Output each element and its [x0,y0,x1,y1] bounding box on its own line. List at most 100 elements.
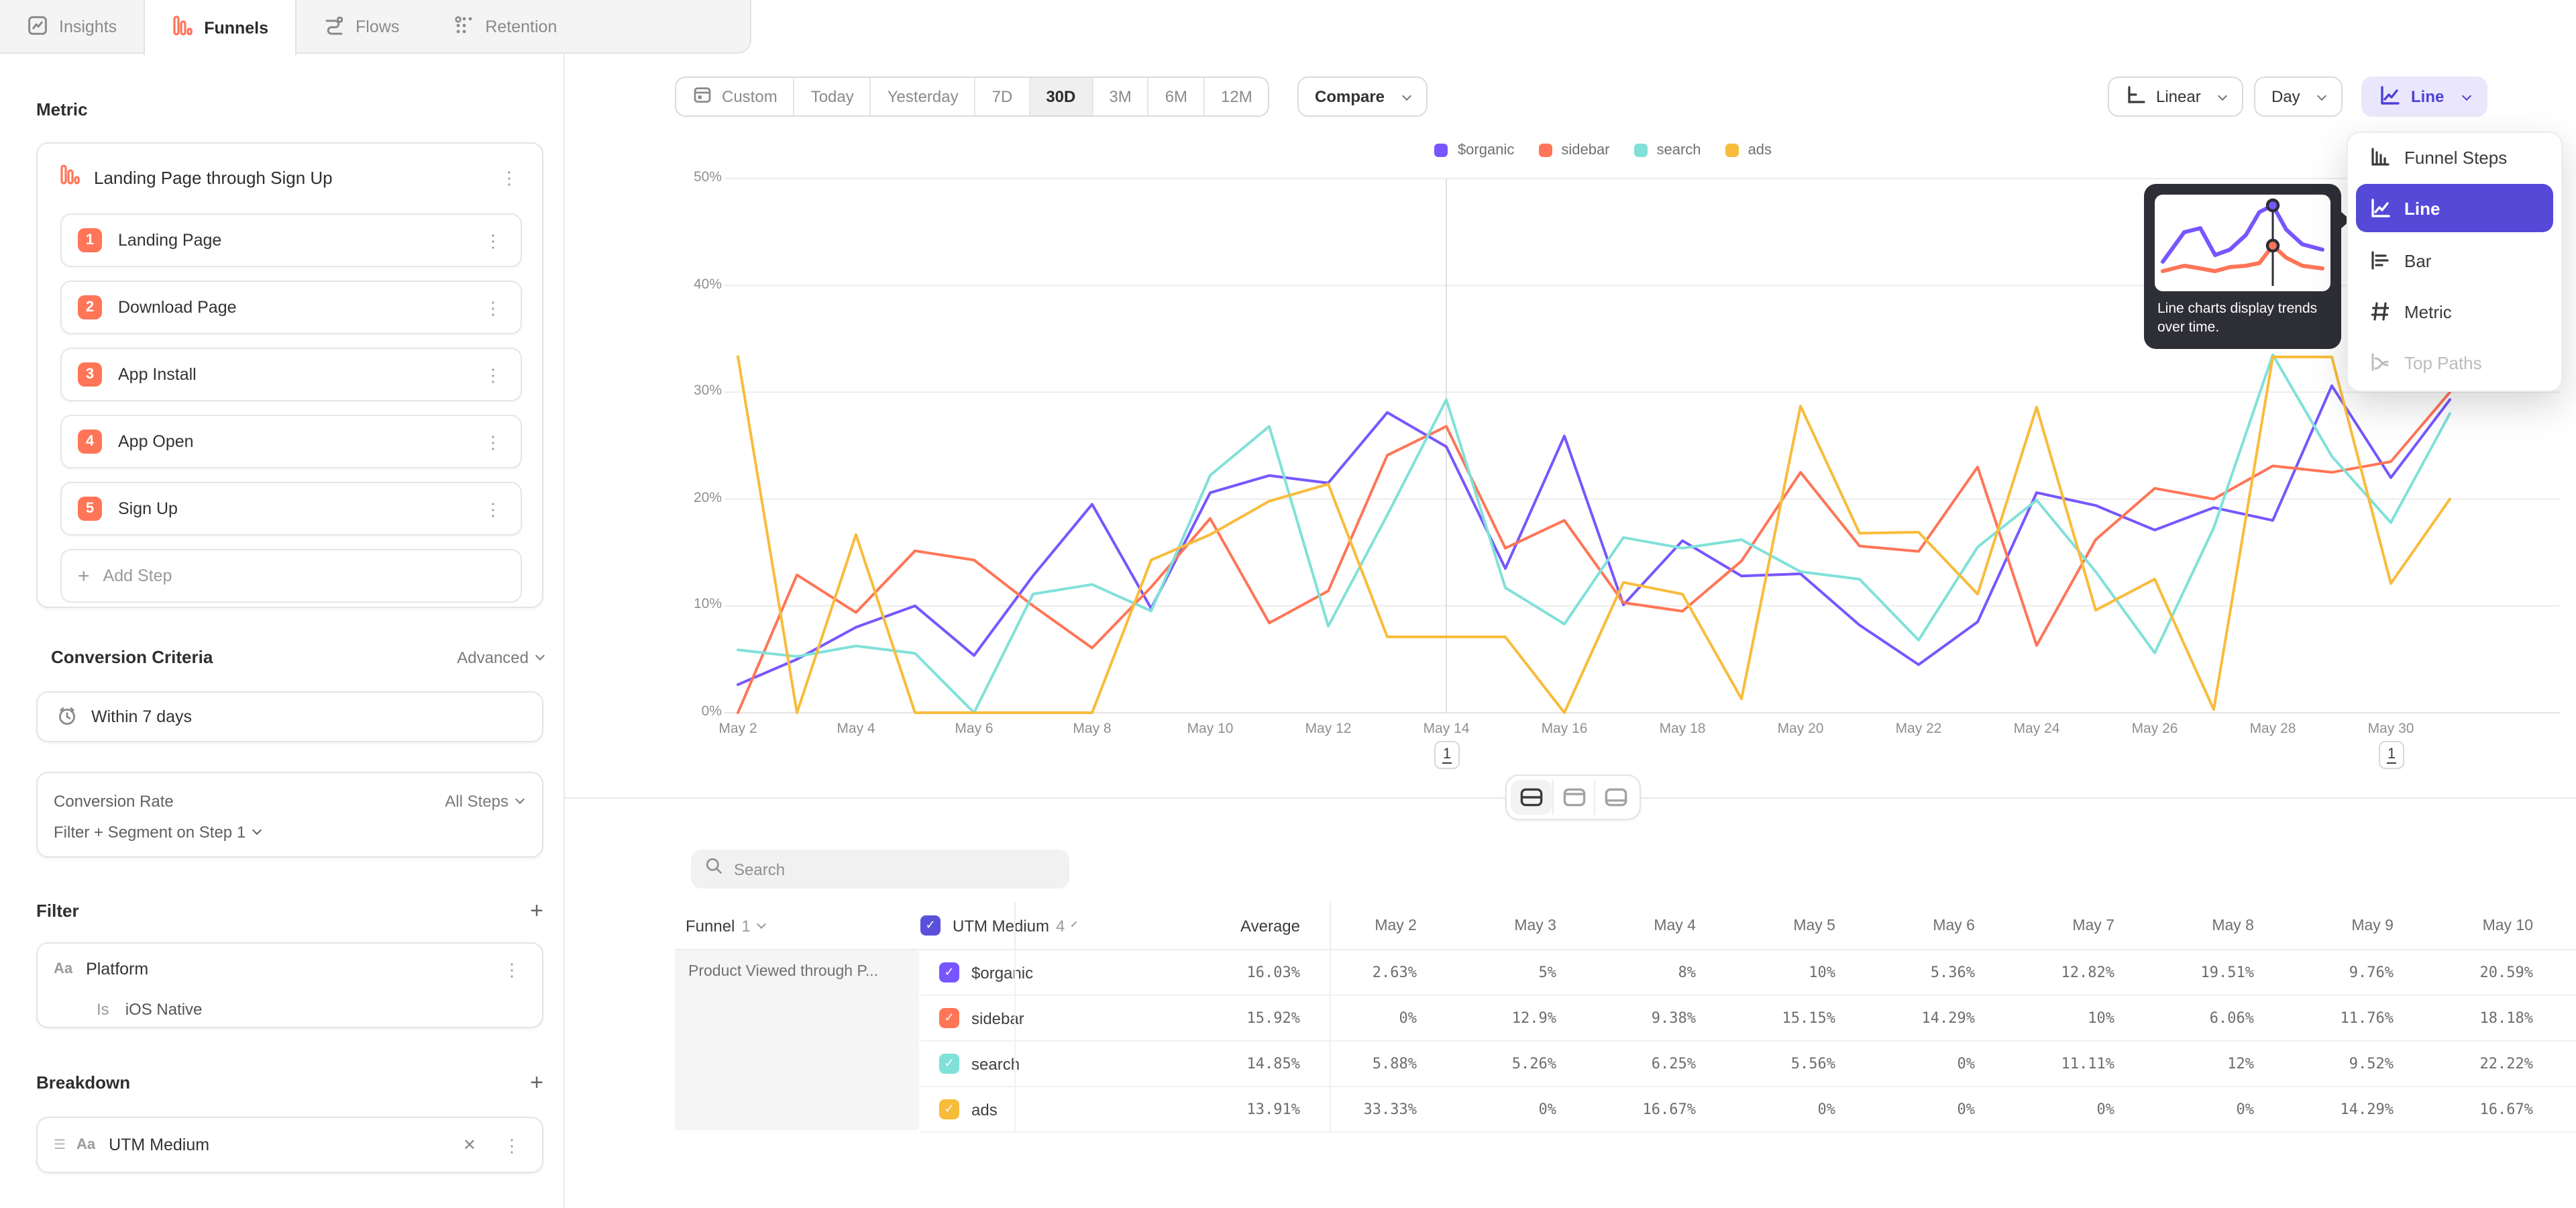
breakdown-property-name[interactable]: UTM Medium [109,1136,441,1154]
range-6m[interactable]: 6M [1149,78,1205,115]
metric-icon [2369,301,2391,322]
funnel-step-4[interactable]: 4App Open⋮ [60,415,522,468]
tab-insights[interactable]: Insights [0,0,144,54]
menu-item-funnel-steps[interactable]: Funnel Steps [2356,138,2553,176]
filter-segment-row[interactable]: Filter + Segment on Step 1 [54,816,523,847]
funnel-step-3[interactable]: 3App Install⋮ [60,348,522,401]
breakdown-kebab-icon[interactable]: ⋮ [498,1134,526,1156]
conversion-window-button[interactable]: Within 7 days [36,691,543,742]
table-row-ads[interactable]: ✓ads13.91%33.33%0%16.67%0%0%0%0%14.29%16… [920,1087,2576,1133]
series-line-search[interactable] [738,355,2450,713]
chart-type-tooltip: Line charts display trends over time. [2144,184,2341,349]
cell-value: 8% [1556,950,1696,995]
conversion-rate-row[interactable]: Conversion Rate All Steps [54,785,523,816]
legend-swatch [1538,144,1552,157]
tab-retention[interactable]: Retention [426,0,584,54]
chart-view-button[interactable] [1552,780,1594,815]
x-tick: May 16 [1524,721,1605,737]
funnel-metric-card: Landing Page through Sign Up ⋮ 1Landing … [36,142,543,608]
breakdown-property-card: ☰ Aa UTM Medium ✕ ⋮ [36,1117,543,1173]
date-column-header: May 6 [1835,901,1975,950]
string-type-icon: Aa [54,961,72,977]
range-7d[interactable]: 7D [976,78,1030,115]
range-yesterday[interactable]: Yesterday [871,78,976,115]
filter-kebab-icon[interactable]: ⋮ [498,958,526,980]
range-3m[interactable]: 3M [1093,78,1148,115]
report-tabs: InsightsFunnelsFlowsRetention [0,0,584,52]
range-today[interactable]: Today [795,78,871,115]
menu-item-line[interactable]: Line [2356,184,2553,232]
cell-value: 6.06% [2114,995,2254,1041]
funnel-name-cell[interactable]: Product Viewed through P... [675,950,919,1130]
filter-value[interactable]: iOS Native [125,1000,203,1019]
funnel-step-5[interactable]: 5Sign Up⋮ [60,482,522,536]
step-kebab-icon[interactable]: ⋮ [479,363,507,386]
table-row-organic[interactable]: ✓$organic16.03%2.63%5%8%10%5.36%12.82%19… [920,950,2576,996]
metric-heading: Metric [36,99,88,119]
annotation-badge[interactable]: 1 [1434,741,1460,769]
scale-selector-button[interactable]: Linear [2108,77,2244,117]
chart-legend: $organic sidebar search ads [698,142,2509,158]
step-label: App Open [118,432,463,451]
range-custom[interactable]: Custom [676,78,795,115]
funnel-kebab-icon[interactable]: ⋮ [495,166,523,189]
series-checkbox[interactable]: ✓ [939,1054,959,1074]
tab-funnels[interactable]: Funnels [144,0,297,55]
search-input[interactable] [734,860,1029,878]
step-kebab-icon[interactable]: ⋮ [479,296,507,319]
compare-button[interactable]: Compare [1297,77,1428,117]
legend-item-search[interactable]: search [1634,142,1701,158]
range-12m[interactable]: 12M [1205,78,1269,115]
split-view-button[interactable] [1511,780,1552,815]
funnel-metric-icon [59,164,80,192]
step-number-badge: 5 [78,497,102,521]
filter-heading: Filter [36,901,79,921]
interval-selector-button[interactable]: Day [2254,77,2343,117]
chart-type-button[interactable]: Line [2361,77,2487,117]
legend-item-organic[interactable]: $organic [1435,142,1514,158]
add-filter-button[interactable]: + [530,899,543,922]
legend-swatch [1725,144,1739,157]
series-line-ads[interactable] [738,356,2450,713]
tab-flows[interactable]: Flows [297,0,426,54]
cell-value: 0% [1696,1087,1835,1132]
step-kebab-icon[interactable]: ⋮ [479,497,507,520]
series-checkbox[interactable]: ✓ [939,962,959,983]
filter-property-name[interactable]: Platform [86,960,484,978]
step-kebab-icon[interactable]: ⋮ [479,229,507,252]
all-steps-dropdown[interactable]: All Steps [445,791,523,810]
table-row-sidebar[interactable]: ✓sidebar15.92%0%12.9%9.38%15.15%14.29%10… [920,996,2576,1042]
x-tick: May 20 [1760,721,1841,737]
step-kebab-icon[interactable]: ⋮ [479,430,507,453]
add-breakdown-button[interactable]: + [530,1071,543,1094]
funnel-step-1[interactable]: 1Landing Page⋮ [60,213,522,267]
date-column-header: May 10 [2394,901,2533,950]
table-row-search[interactable]: ✓search14.85%5.88%5.26%6.25%5.56%0%11.11… [920,1042,2576,1087]
annotation-badge[interactable]: 1 [2379,741,2404,769]
drag-handle-icon[interactable]: ☰ [54,1138,66,1152]
advanced-dropdown[interactable]: Advanced [457,648,543,666]
series-checkbox[interactable]: ✓ [939,1008,959,1028]
layout-toggle-group [1505,774,1641,820]
table-view-button[interactable] [1594,780,1635,815]
cell-value: 12.82% [1975,950,2114,995]
chevron-down-icon [2461,91,2471,100]
cell-value: 5.36% [1835,950,1975,995]
add-step-button[interactable]: + Add Step [60,549,522,603]
legend-item-sidebar[interactable]: sidebar [1538,142,1609,158]
series-line-organic[interactable] [738,386,2450,685]
x-tick: May 4 [816,721,896,737]
legend-item-ads[interactable]: ads [1725,142,1772,158]
series-checkbox[interactable]: ✓ [939,1099,959,1119]
funnel-column-header[interactable]: Funnel1 [675,901,920,950]
filter-operator[interactable]: Is [97,1000,109,1019]
funnel-step-2[interactable]: 2Download Page⋮ [60,281,522,334]
breakdown-column-header[interactable]: ✓ UTM Medium4 [920,901,1014,950]
remove-breakdown-icon[interactable]: ✕ [455,1133,484,1157]
select-all-checkbox[interactable]: ✓ [920,915,941,936]
range-30d[interactable]: 30D [1030,78,1093,115]
funnel-steps-icon [2369,146,2391,168]
menu-item-bar[interactable]: Bar [2356,240,2553,281]
step-label: App Install [118,365,463,384]
menu-item-metric[interactable]: Metric [2356,291,2553,332]
